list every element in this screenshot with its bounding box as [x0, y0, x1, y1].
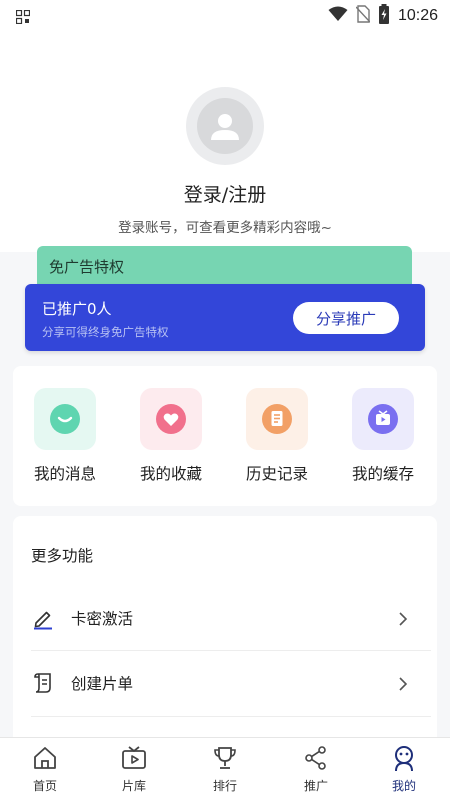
tv-icon [120, 744, 148, 772]
status-grid-icon [15, 9, 31, 28]
user-avatar-icon[interactable] [186, 87, 264, 165]
profile-header: 登录/注册 登录账号，可查看更多精彩内容哦~ [0, 32, 450, 252]
no-sim-icon [355, 5, 371, 27]
share-icon [302, 744, 330, 772]
quick-actions: 我的消息 我的收藏 历史记录 我的缓存 [13, 366, 437, 506]
home-icon [31, 744, 59, 772]
quick-action-label: 我的缓存 [351, 465, 414, 483]
promotion-count: 已推广0人 [42, 300, 112, 318]
message-icon [34, 388, 96, 450]
pen-icon [31, 606, 55, 630]
nav-library[interactable]: 片库 [104, 744, 164, 796]
divider [31, 716, 431, 717]
nav-label: 推广 [303, 779, 328, 793]
feature-card-activation[interactable]: 卡密激活 [31, 594, 431, 644]
battery-charging-icon [378, 4, 390, 28]
nav-label: 首页 [32, 779, 57, 793]
trophy-icon [211, 744, 239, 772]
login-subtitle: 登录账号，可查看更多精彩内容哦~ [118, 220, 332, 236]
quick-action-cache[interactable]: 我的缓存 [338, 388, 428, 498]
chevron-right-icon [393, 609, 413, 629]
feature-label: 卡密激活 [71, 610, 134, 628]
feature-create-list[interactable]: 创建片单 [31, 659, 431, 709]
screen: 10:26 登录/注册 登录账号，可查看更多精彩内容哦~ 免广告特权 已推广0人… [0, 0, 450, 800]
quick-action-messages[interactable]: 我的消息 [20, 388, 110, 498]
nav-mine[interactable]: 我的 [374, 744, 434, 796]
wifi-icon [328, 6, 348, 26]
divider [31, 650, 431, 651]
ad-free-title: 免广告特权 [49, 258, 125, 276]
profile-icon [390, 744, 418, 772]
share-promotion-button[interactable]: 分享推广 [293, 302, 399, 334]
nav-label: 片库 [121, 779, 146, 793]
quick-action-label: 我的消息 [33, 465, 96, 483]
feature-label: 创建片单 [71, 675, 134, 693]
more-features-title: 更多功能 [31, 547, 94, 565]
cache-icon [352, 388, 414, 450]
quick-action-label: 历史记录 [245, 465, 308, 483]
nav-label: 排行 [212, 779, 237, 793]
nav-home[interactable]: 首页 [15, 744, 75, 796]
nav-label: 我的 [391, 779, 416, 793]
quick-action-favorites[interactable]: 我的收藏 [126, 388, 216, 498]
history-icon [246, 388, 308, 450]
chevron-right-icon [393, 674, 413, 694]
heart-icon [140, 388, 202, 450]
scroll-icon [31, 671, 55, 695]
status-time: 10:26 [397, 7, 438, 24]
promotion-card: 已推广0人 分享可得终身免广告特权 分享推广 [25, 284, 425, 351]
promotion-subtitle: 分享可得终身免广告特权 [42, 325, 169, 339]
status-bar: 10:26 [0, 0, 450, 32]
more-features: 更多功能 卡密激活 创建片单 [13, 516, 437, 746]
bottom-nav: 首页 片库 排行 推广 我的 [0, 737, 450, 800]
nav-ranking[interactable]: 排行 [195, 744, 255, 796]
nav-promote[interactable]: 推广 [286, 744, 346, 796]
quick-action-history[interactable]: 历史记录 [232, 388, 322, 498]
login-register-link[interactable]: 登录/注册 [0, 180, 450, 207]
quick-action-label: 我的收藏 [139, 465, 202, 483]
